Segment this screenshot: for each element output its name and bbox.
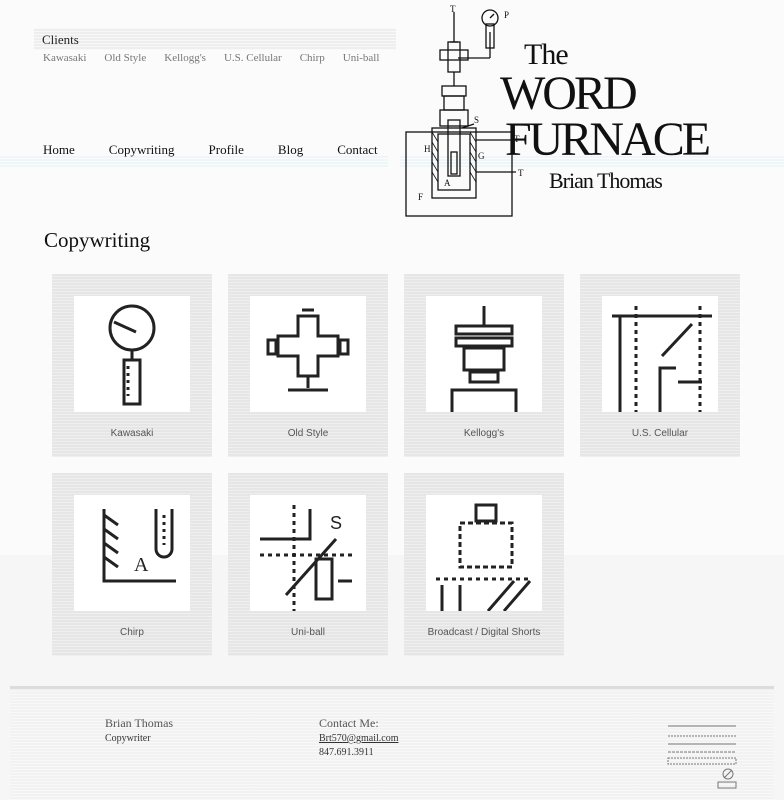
diagram-label-t3: T — [518, 168, 524, 178]
portfolio-label: U.S. Cellular — [631, 428, 689, 439]
portfolio-card-old-style[interactable]: Old Style — [228, 274, 388, 457]
page-title: Copywriting — [44, 228, 151, 252]
diagram-label-s: S — [474, 115, 479, 125]
section-s-icon: S — [250, 495, 366, 611]
portfolio-card-kelloggs[interactable]: Kellogg's — [404, 274, 564, 457]
footer-contact-label: Contact Me: — [319, 716, 379, 730]
reactor-base-icon — [426, 495, 542, 611]
svg-text:A: A — [134, 554, 149, 576]
clients-bar: Clients — [34, 28, 396, 50]
portfolio-label: Kawasaki — [110, 428, 154, 439]
portfolio-label: Uni-ball — [291, 627, 325, 638]
logo-furnace: FURNACE — [505, 113, 711, 166]
client-link-chirp[interactable]: Chirp — [300, 52, 325, 64]
footer-phone: 847.691.3911 — [319, 747, 374, 758]
client-links: Kawasaki Old Style Kellogg's U.S. Cellul… — [43, 52, 379, 64]
diagram-label-f: F — [418, 192, 423, 202]
diagram-label-p: P — [504, 10, 509, 20]
diagram-label-g: G — [478, 151, 485, 161]
client-link-kawasaki[interactable]: Kawasaki — [43, 52, 86, 64]
portfolio-label: Old Style — [287, 428, 329, 439]
nav-contact[interactable]: Contact — [337, 142, 377, 158]
diagram-label-a: A — [444, 178, 451, 188]
footer-name: Brian Thomas — [105, 716, 174, 730]
nav-blog[interactable]: Blog — [278, 142, 303, 158]
client-link-old-style[interactable]: Old Style — [104, 52, 146, 64]
nav-home[interactable]: Home — [43, 142, 75, 158]
footer — [10, 689, 774, 800]
diagram-label-h: H — [424, 144, 431, 154]
main-nav: Home Copywriting Profile Blog Contact — [43, 142, 378, 158]
portfolio-card-broadcast[interactable]: Broadcast / Digital Shorts — [404, 473, 564, 656]
portfolio-label: Chirp — [120, 627, 144, 638]
portfolio-label: Kellogg's — [463, 428, 505, 439]
coupling-icon — [426, 296, 542, 412]
portfolio-label: Broadcast / Digital Shorts — [427, 627, 541, 638]
clients-title: Clients — [42, 32, 79, 47]
client-link-uni-ball[interactable]: Uni-ball — [343, 52, 380, 64]
nav-profile[interactable]: Profile — [209, 142, 244, 158]
diagram-label-t1: T — [450, 4, 456, 14]
client-link-kelloggs[interactable]: Kellogg's — [164, 52, 206, 64]
portfolio-card-kawasaki[interactable]: Kawasaki — [52, 274, 212, 457]
svg-text:S: S — [330, 513, 342, 533]
footer-email-link[interactable]: Brt570@gmail.com — [319, 733, 398, 744]
portfolio-card-uni-ball[interactable]: S Uni-ball — [228, 473, 388, 656]
footer-role: Copywriter — [105, 733, 151, 744]
tube-a-icon: A — [74, 495, 190, 611]
logo-name: Brian Thomas — [549, 168, 663, 193]
client-link-us-cellular[interactable]: U.S. Cellular — [224, 52, 282, 64]
footer-sketch-icon — [666, 724, 738, 790]
portfolio-card-chirp[interactable]: A Chirp — [52, 473, 212, 656]
portfolio-card-us-cellular[interactable]: U.S. Cellular — [580, 274, 740, 457]
nav-copywriting[interactable]: Copywriting — [109, 142, 175, 158]
vessel-wall-icon — [602, 296, 718, 412]
valve-cross-icon — [250, 296, 366, 412]
gauge-icon — [74, 296, 190, 412]
